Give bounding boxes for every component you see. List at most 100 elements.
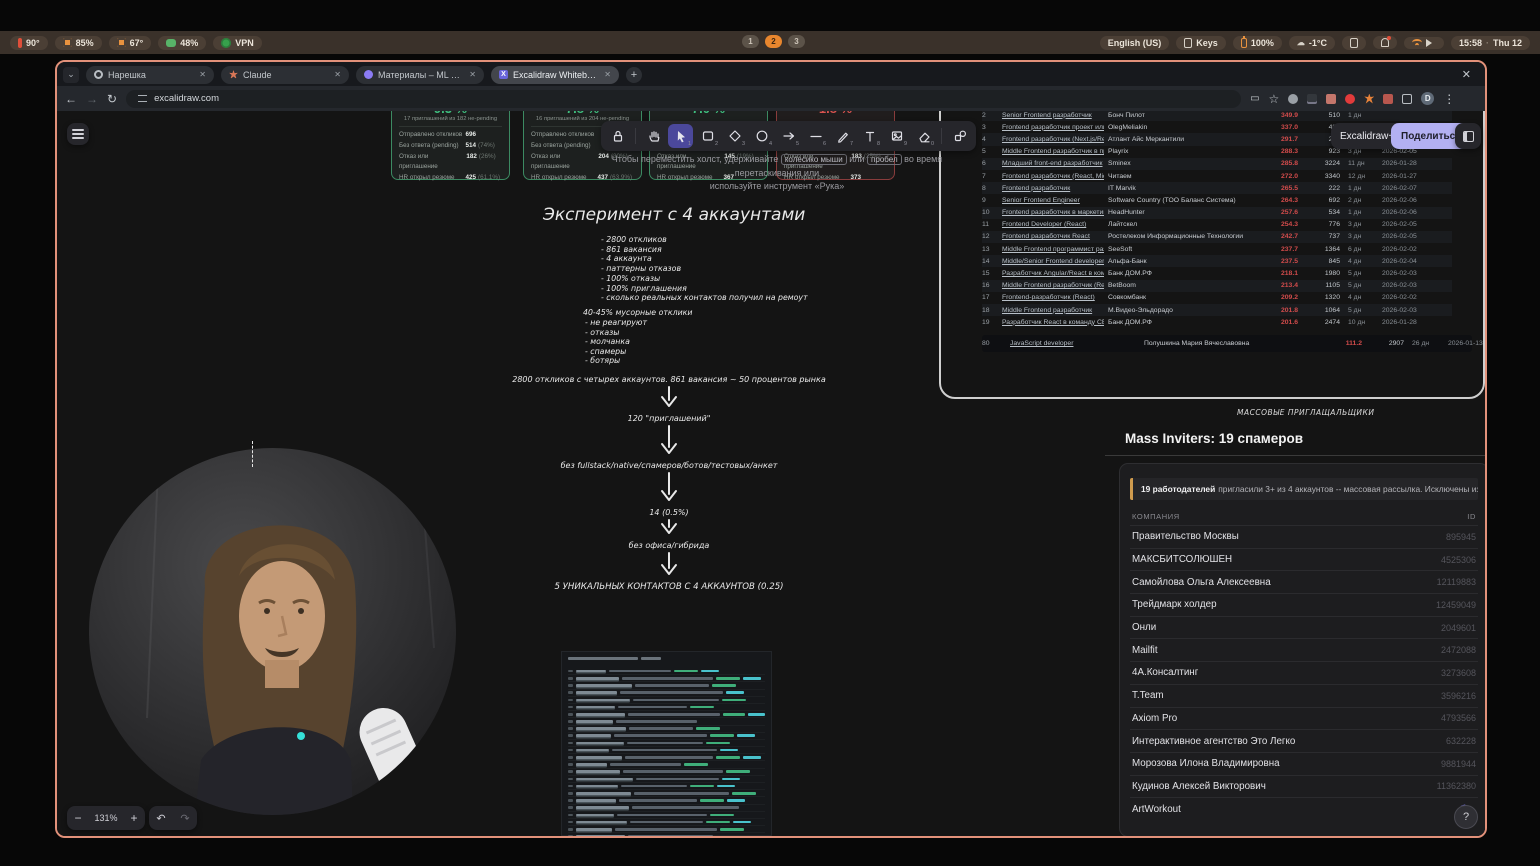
- undo-button[interactable]: ↶: [149, 812, 173, 825]
- job-title-link[interactable]: Frontend разработчик (Next.js/React): [1002, 136, 1104, 143]
- job-title-link[interactable]: Middle Frontend программист разра…: [1002, 246, 1104, 253]
- job-title-link[interactable]: Разработчик Angular/React в команд…: [1002, 270, 1104, 277]
- tab-2[interactable]: Claude✕: [221, 66, 349, 84]
- job-title-link[interactable]: Senior Frontend разработчик: [1002, 112, 1104, 119]
- job-title-link[interactable]: Middle Frontend разработчик в прод…: [1002, 148, 1104, 155]
- job-title-link[interactable]: Middle/Senior Frontend developer (ку…: [1002, 258, 1104, 265]
- job-title-link[interactable]: Frontend разработчик проект или с…: [1002, 124, 1104, 131]
- selection-tool[interactable]: 1: [668, 124, 693, 148]
- experiment-list-2-heading[interactable]: 40-45% мусорные отклики: [583, 308, 692, 317]
- help-button[interactable]: ?: [1454, 805, 1478, 829]
- menu-button[interactable]: [67, 123, 89, 145]
- rectangle-tool[interactable]: 2: [695, 124, 720, 148]
- funnel-source-text[interactable]: 2800 откликов с четырех аккаунтов. 861 в…: [512, 375, 826, 384]
- reload-button[interactable]: ↻: [107, 93, 117, 105]
- extensions-puzzle-icon[interactable]: [1402, 94, 1412, 104]
- zoom-in-button[interactable]: +: [123, 811, 145, 825]
- tab-close-icon[interactable]: ✕: [199, 70, 206, 79]
- ellipse-tool[interactable]: 4: [749, 124, 774, 148]
- job-title-link[interactable]: Senior Frontend Engineer: [1002, 197, 1104, 204]
- back-button[interactable]: ←: [65, 93, 77, 105]
- status-pill-vpn[interactable]: VPN: [213, 36, 262, 50]
- window-close-button[interactable]: ✕: [1454, 68, 1479, 81]
- job-title-link[interactable]: Разработчик React в команду СБера…: [1002, 319, 1104, 326]
- job-title-link[interactable]: Frontend Developer (React): [1002, 221, 1104, 228]
- shapes-tool[interactable]: [947, 124, 972, 148]
- mass-inviters-frame-label[interactable]: МАССОВЫЕ ПРИГЛАЩАЛЬЩИКИ: [1237, 408, 1374, 417]
- keys-indicator[interactable]: Keys: [1176, 36, 1226, 50]
- redo-button[interactable]: ↷: [173, 812, 197, 825]
- mini-table-image[interactable]: [561, 651, 772, 836]
- tab-close-icon[interactable]: ✕: [334, 70, 341, 79]
- funnel-step-text[interactable]: без fullstack/native/спамеров/ботов/тест…: [561, 461, 778, 470]
- job-title-link[interactable]: Frontend разработчик: [1002, 185, 1104, 192]
- forward-button[interactable]: →: [86, 93, 98, 105]
- tab-1[interactable]: Нарешка✕: [86, 66, 214, 84]
- bookmark-star-icon[interactable]: ☆: [1269, 93, 1280, 105]
- new-tab-button[interactable]: +: [626, 67, 642, 83]
- site-settings-icon[interactable]: [138, 95, 147, 102]
- extension-icon-3[interactable]: [1326, 94, 1336, 104]
- job-title-link[interactable]: Frontend-разработчик (React): [1002, 294, 1104, 301]
- tab-close-icon[interactable]: ✕: [469, 70, 476, 79]
- tab-3[interactable]: Материалы – ML Hub✕: [356, 66, 484, 84]
- excalidraw-canvas[interactable]: 9.3 %17 приглашений из 182 не-pendingОтп…: [57, 111, 1485, 836]
- experiment-list-2[interactable]: - не реагируют- отказы- молчанка- спамер…: [585, 318, 647, 366]
- status-pill-ram[interactable]: 48%: [158, 36, 206, 50]
- clock[interactable]: 15:58·Thu 12: [1451, 36, 1530, 50]
- cast-icon[interactable]: ▭: [1250, 94, 1259, 104]
- status-pill-temp[interactable]: 67°: [109, 36, 152, 50]
- experiment-list-1[interactable]: - 2800 откликов- 861 вакансия- 4 аккаунт…: [601, 235, 808, 303]
- funnel-step-text[interactable]: 5 УНИКАЛЬНЫХ КОНТАКТОВ С 4 АККАУНТОВ (0.…: [554, 582, 783, 592]
- experiment-title[interactable]: Эксперимент с 4 аккаунтами: [543, 205, 805, 225]
- weather-indicator[interactable]: ☁-1°C: [1289, 36, 1335, 50]
- eraser-tool[interactable]: 0: [911, 124, 936, 148]
- line-tool[interactable]: 6: [803, 124, 828, 148]
- hand-tool[interactable]: [641, 124, 666, 148]
- lock-tool[interactable]: [605, 124, 630, 148]
- workspace-3[interactable]: 3: [788, 35, 805, 48]
- image-tool[interactable]: 9: [884, 124, 909, 148]
- job-title-link[interactable]: JavaScript developer: [1010, 340, 1140, 347]
- language-indicator[interactable]: English (US): [1100, 36, 1170, 50]
- funnel-step-text[interactable]: 120 "приглашений": [628, 414, 711, 423]
- job-title-link[interactable]: Frontend разработчик в маркетинго…: [1002, 209, 1104, 216]
- stat-card-1[interactable]: 9.3 %17 приглашений из 182 не-pendingОтп…: [391, 111, 510, 180]
- tab-close-icon[interactable]: ✕: [604, 70, 611, 79]
- clipboard-applet[interactable]: [1342, 36, 1366, 50]
- diamond-tool[interactable]: 3: [722, 124, 747, 148]
- workspace-2[interactable]: 2: [765, 35, 782, 48]
- arrow-tool[interactable]: 5: [776, 124, 801, 148]
- mass-inviters-title[interactable]: Mass Inviters: 19 спамеров: [1105, 431, 1485, 456]
- zoom-out-button[interactable]: −: [67, 811, 89, 825]
- tab-search-chevron[interactable]: ⌄: [63, 67, 79, 83]
- zoom-level[interactable]: 131%: [89, 813, 123, 823]
- extension-icon-2[interactable]: [1307, 94, 1317, 104]
- battery-indicator[interactable]: 100%: [1233, 36, 1282, 50]
- job-title-link[interactable]: Frontend разработчик React: [1002, 233, 1104, 240]
- extension-icon-6[interactable]: [1383, 94, 1393, 104]
- extension-icon-4[interactable]: [1345, 94, 1355, 104]
- extension-icon-5[interactable]: [1364, 94, 1374, 104]
- tab-4[interactable]: XExcalidraw Whiteboard✕: [491, 66, 619, 84]
- url-field[interactable]: excalidraw.com: [126, 90, 1241, 108]
- job-title-link[interactable]: Frontend разработчик (React, Middle): [1002, 173, 1104, 180]
- workspace-switcher[interactable]: 123: [742, 35, 805, 48]
- job-title-link[interactable]: Middle Frontend разработчик: [1002, 307, 1104, 314]
- library-toggle-button[interactable]: [1455, 123, 1481, 149]
- notifications-applet[interactable]: [1373, 36, 1397, 49]
- funnel-diagram[interactable]: 2800 откликов с четырех аккаунтов. 861 в…: [519, 375, 819, 592]
- extension-icon-1[interactable]: [1288, 94, 1298, 104]
- profile-avatar[interactable]: D: [1421, 92, 1434, 105]
- draw-tool[interactable]: 7: [830, 124, 855, 148]
- workspace-1[interactable]: 1: [742, 35, 759, 48]
- network-applet[interactable]: [1404, 37, 1444, 49]
- status-pill-thermometer[interactable]: 90°: [10, 36, 48, 50]
- browser-menu-icon[interactable]: ⋮: [1443, 93, 1455, 105]
- job-title-link[interactable]: Middle Frontend разработчик (React): [1002, 282, 1104, 289]
- text-tool[interactable]: 8: [857, 124, 882, 148]
- status-pill-chip[interactable]: 85%: [55, 36, 102, 50]
- funnel-step-text[interactable]: 14 (0.5%): [649, 508, 688, 517]
- funnel-step-text[interactable]: без офиса/гибрида: [629, 541, 710, 550]
- job-title-link[interactable]: Младший front-end разработчик: [1002, 160, 1104, 167]
